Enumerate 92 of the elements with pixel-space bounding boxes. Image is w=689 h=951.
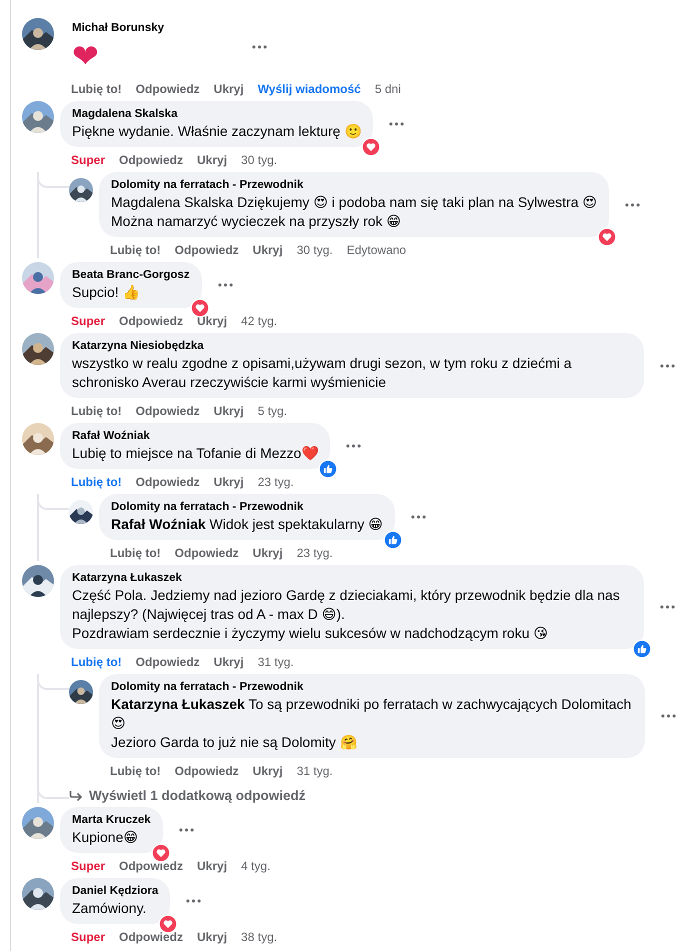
action-link[interactable]: Ukryj bbox=[252, 545, 283, 561]
comment-text: Kupione😁 bbox=[72, 828, 139, 847]
timestamp: 30 tyg. bbox=[241, 152, 278, 168]
timestamp: 31 tyg. bbox=[258, 654, 294, 670]
comment-text: Rafał Woźniak Widok jest spektakularny 😁 bbox=[111, 515, 383, 534]
action-link[interactable]: Ukryj bbox=[214, 654, 244, 670]
action-link[interactable]: Odpowiedz bbox=[119, 929, 184, 945]
timestamp: 5 dni bbox=[374, 81, 401, 97]
comment-text: Piękne wydanie. Właśnie zaczynam lekturę 🙂 bbox=[72, 122, 362, 141]
thumbs-up-reaction-icon[interactable] bbox=[318, 459, 338, 479]
heart-reaction-icon[interactable] bbox=[361, 137, 382, 157]
comment-text: Jezioro Garda to już nie są Dolomity 🤗 bbox=[111, 733, 358, 752]
comment-text: Supcio! 👍 bbox=[72, 283, 141, 302]
comment-text: Zamówiony. bbox=[72, 899, 148, 918]
heart-reaction-icon[interactable] bbox=[190, 298, 210, 318]
action-link[interactable]: Odpowiedz bbox=[174, 545, 239, 561]
action-link[interactable]: Ukryj bbox=[252, 242, 283, 258]
action-link[interactable]: Ukryj bbox=[214, 403, 244, 419]
timestamp: 38 tyg. bbox=[241, 929, 278, 945]
author-name-link[interactable]: Dolomity na ferratach - Przewodnik bbox=[111, 177, 597, 193]
action-link[interactable]: Ukryj bbox=[214, 81, 244, 97]
comment-text: Można namarzyć wycieczek na przyszły rok 😁 bbox=[111, 212, 402, 231]
action-link[interactable]: Odpowiedz bbox=[119, 858, 184, 874]
more-options-icon[interactable] bbox=[186, 899, 202, 903]
timestamp: Edytowano bbox=[346, 242, 406, 258]
comment-text: Pozdrawiam serdecznie i życzymy wielu sukcesów w nadchodzącym roku 😘 bbox=[72, 624, 549, 643]
author-name-link[interactable]: Katarzyna Niesiobędzka bbox=[72, 338, 632, 354]
author-name-link[interactable]: Daniel Kędziora bbox=[72, 883, 158, 899]
heart-emoji: ❤ bbox=[72, 36, 100, 76]
action-link[interactable]: Odpowiedz bbox=[119, 313, 184, 329]
action-link[interactable]: Odpowiedz bbox=[174, 763, 239, 779]
reaction-link[interactable]: Lubię to! bbox=[71, 654, 122, 670]
author-name-link[interactable]: Michał Borunsky bbox=[72, 20, 164, 36]
action-link[interactable]: Odpowiedz bbox=[174, 242, 239, 258]
author-name-link[interactable]: Rafał Woźniak bbox=[72, 428, 318, 444]
action-link[interactable]: Ukryj bbox=[197, 152, 228, 168]
reaction-link[interactable]: Super bbox=[71, 858, 106, 874]
author-name-link[interactable]: Katarzyna Łukaszek bbox=[72, 570, 632, 586]
reaction-link[interactable]: Lubię to! bbox=[71, 81, 122, 97]
reaction-link[interactable]: Super bbox=[71, 313, 106, 329]
action-link[interactable]: Odpowiedz bbox=[136, 654, 200, 670]
action-link[interactable]: Ukryj bbox=[252, 763, 283, 779]
action-link[interactable]: Ukryj bbox=[214, 474, 244, 490]
view-more-replies-link[interactable]: Wyświetl 1 dodatkową odpowiedź bbox=[69, 788, 306, 803]
timestamp: 31 tyg. bbox=[296, 763, 333, 779]
action-link[interactable]: Ukryj bbox=[197, 929, 228, 945]
reaction-link[interactable]: Lubię to! bbox=[110, 763, 161, 779]
comment-text: wszystko w realu zgodne z opisami,używam drugi sezon, w tym roku z dziećmi a schronisko Averau rzeczywiście karmi wyśmienicie bbox=[72, 354, 573, 392]
reaction-link[interactable]: Lubię to! bbox=[71, 474, 122, 490]
timestamp: 4 tyg. bbox=[241, 858, 270, 874]
reaction-link[interactable]: Super bbox=[71, 152, 106, 168]
author-name-link[interactable]: Dolomity na ferratach - Przewodnik bbox=[111, 679, 633, 695]
author-name-link[interactable]: Dolomity na ferratach - Przewodnik bbox=[111, 499, 383, 515]
timestamp: 5 tyg. bbox=[258, 403, 288, 419]
more-options-icon[interactable] bbox=[660, 364, 675, 368]
timestamp: 42 tyg. bbox=[241, 313, 278, 329]
more-options-icon[interactable] bbox=[178, 828, 194, 832]
more-options-icon[interactable] bbox=[661, 714, 676, 718]
comment-text: Katarzyna Łukaszek To są przewodniki po ferratach w zachwycających Dolomitach 😍 bbox=[111, 695, 632, 733]
action-link[interactable]: Odpowiedz bbox=[136, 403, 200, 419]
heart-reaction-icon[interactable] bbox=[158, 914, 178, 934]
more-options-icon[interactable] bbox=[389, 122, 404, 126]
comment-text: Magdalena Skalska Dziękujemy 😍 i podoba nam się taki plan na Sylwestra 😍 bbox=[111, 193, 597, 212]
reaction-link[interactable]: Lubię to! bbox=[71, 403, 122, 419]
action-link[interactable]: Odpowiedz bbox=[136, 474, 200, 490]
author-name-link[interactable]: Marta Kruczek bbox=[72, 812, 151, 828]
reaction-link[interactable]: Lubię to! bbox=[110, 545, 161, 561]
thumbs-up-reaction-icon[interactable] bbox=[382, 530, 403, 550]
action-link[interactable]: Ukryj bbox=[197, 858, 228, 874]
reaction-link[interactable]: Lubię to! bbox=[110, 242, 161, 258]
heart-reaction-icon[interactable] bbox=[150, 843, 171, 863]
comment-text: Część Pola. Jedziemy nad jezioro Gardę z dzieciakami, który przewodnik będzie dla nas najlepszy? (Najwięcej tras od A - max D 😄). bbox=[72, 586, 621, 624]
more-options-icon[interactable] bbox=[660, 605, 675, 609]
timestamp: 23 tyg. bbox=[296, 545, 333, 561]
author-name-link[interactable]: Beata Branc-Gorgosz bbox=[72, 267, 190, 283]
more-options-icon[interactable] bbox=[624, 202, 640, 206]
action-link[interactable]: Odpowiedz bbox=[136, 81, 200, 97]
more-options-icon[interactable] bbox=[252, 45, 268, 49]
action-link[interactable]: Odpowiedz bbox=[119, 152, 184, 168]
author-name-link[interactable]: Magdalena Skalska bbox=[72, 106, 362, 122]
action-link[interactable]: Ukryj bbox=[197, 313, 228, 329]
reply-arrow-icon bbox=[69, 790, 83, 802]
thumbs-up-reaction-icon[interactable] bbox=[632, 639, 652, 659]
more-options-icon[interactable] bbox=[218, 283, 233, 287]
comment-text: Lubię to miejsce na Tofanie di Mezzo❤ bbox=[72, 444, 318, 463]
more-options-icon[interactable] bbox=[410, 515, 426, 519]
reaction-link[interactable]: Super bbox=[71, 929, 106, 945]
timestamp: 30 tyg. bbox=[296, 242, 333, 258]
heart-reaction-icon[interactable] bbox=[596, 227, 617, 247]
send-message-link[interactable]: Wyślij wiadomość bbox=[258, 81, 361, 97]
more-options-icon[interactable] bbox=[346, 444, 362, 448]
timestamp: 23 tyg. bbox=[258, 474, 294, 490]
